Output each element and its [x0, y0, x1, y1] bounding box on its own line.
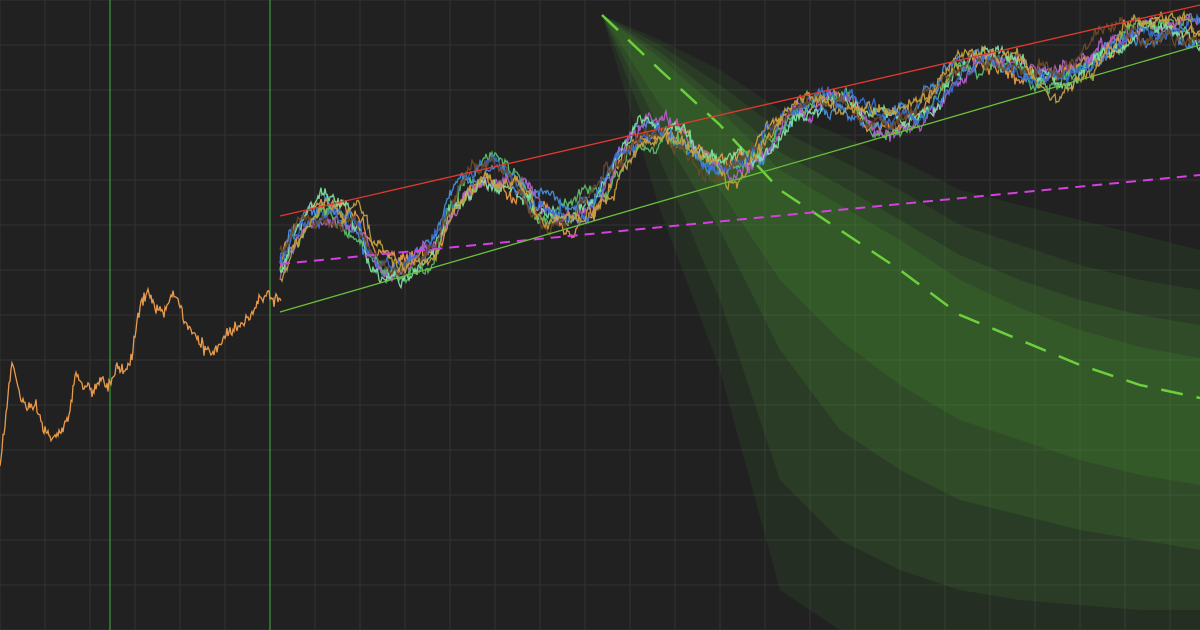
chart-canvas: [0, 0, 1200, 630]
forecast-chart: [0, 0, 1200, 630]
